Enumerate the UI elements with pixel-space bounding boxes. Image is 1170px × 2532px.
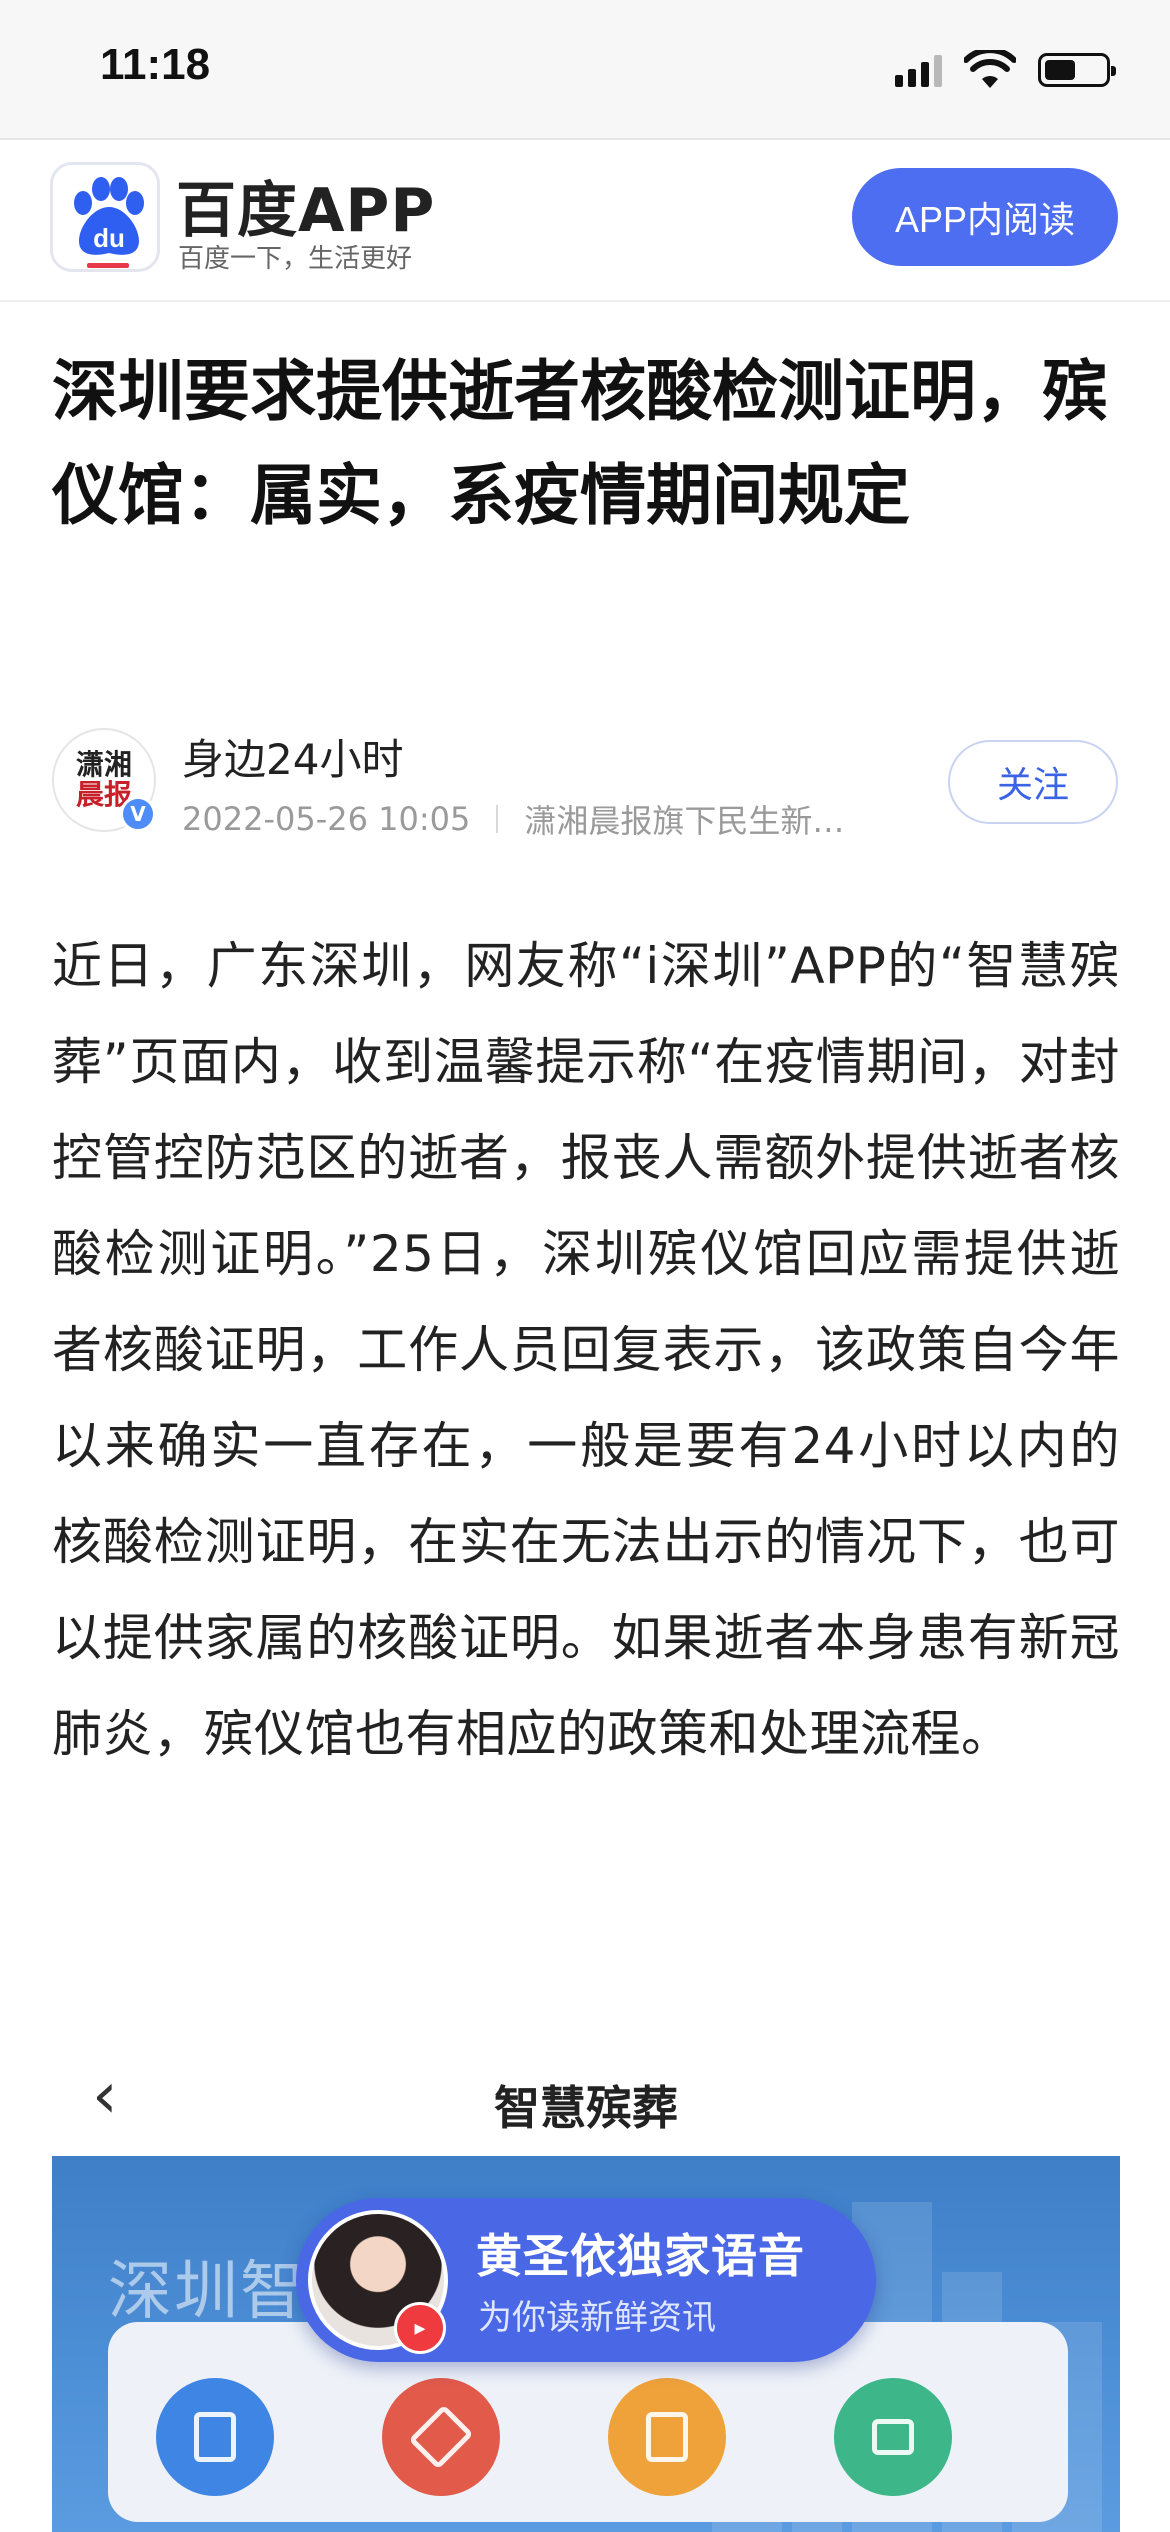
author-source: 潇湘晨报旗下民生新… — [524, 802, 845, 840]
cellular-signal-icon — [895, 53, 942, 87]
verified-badge-icon: V — [120, 796, 156, 832]
app-name: 百度APP — [176, 176, 436, 246]
status-time: 11:18 — [100, 40, 211, 89]
baidu-paw-logo-icon: du — [50, 162, 160, 272]
open-in-app-button[interactable]: APP内阅读 — [852, 168, 1118, 266]
voice-promo-title: 黄圣依独家语音 — [476, 2229, 805, 2283]
voice-promo-subtitle: 为你读新鲜资讯 — [478, 2298, 716, 2338]
article-title: 深圳要求提供逝者核酸检测证明，殡仪馆：属实，系疫情期间规定 — [52, 353, 1108, 534]
service-icon-calendar — [608, 2378, 726, 2496]
wifi-icon — [964, 50, 1016, 88]
voice-play-icon[interactable]: ▸ — [394, 2302, 446, 2354]
author-name[interactable]: 身边24小时 — [182, 726, 403, 787]
battery-icon — [1038, 53, 1116, 87]
app-promo-banner: du 百度APP 百度一下，生活更好 APP内阅读 — [0, 142, 1170, 302]
embedded-header: ‹ 智慧殡葬 — [52, 2032, 1120, 2156]
status-bar: 11:18 — [0, 0, 1170, 140]
app-slogan: 百度一下，生活更好 — [178, 244, 413, 274]
svg-text:du: du — [93, 223, 125, 253]
voice-reader-promo[interactable]: ▸ 黄圣依独家语音 为你读新鲜资讯 — [296, 2198, 876, 2362]
article-body: 近日，广东深圳，网友称“i深圳”APP的“智慧殡葬”页面内，收到温馨提示称“在疫… — [52, 937, 1120, 1763]
embedded-banner-text: 深圳智 — [108, 2255, 306, 2329]
status-icons — [895, 50, 1116, 90]
meta-divider — [496, 805, 499, 833]
avatar-text-line1: 潇湘 — [75, 748, 132, 781]
service-icon-document — [156, 2378, 274, 2496]
author-meta: 2022-05-26 10:05 潇湘晨报旗下民生新… — [182, 796, 844, 842]
service-icon-tools — [382, 2378, 500, 2496]
publish-date: 2022-05-26 10:05 — [182, 800, 471, 838]
service-icon-chat — [834, 2378, 952, 2496]
embedded-title: 智慧殡葬 — [494, 2081, 678, 2135]
follow-button[interactable]: 关注 — [948, 740, 1118, 824]
